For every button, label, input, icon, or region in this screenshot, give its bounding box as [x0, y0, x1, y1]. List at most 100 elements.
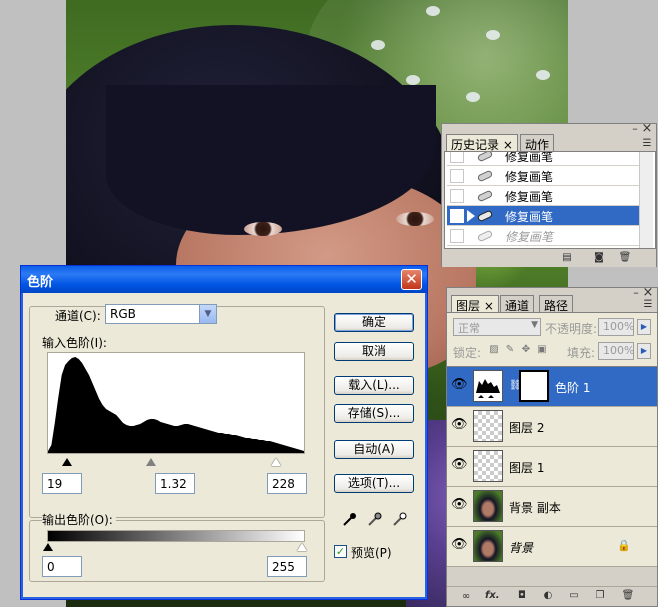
panel-menu-icon[interactable]: ☰	[641, 299, 655, 311]
options-button[interactable]: 选项(T)...	[334, 474, 414, 493]
tab-layers[interactable]: 图层 ×	[451, 295, 499, 313]
input-white-slider[interactable]	[271, 458, 281, 466]
layer-name[interactable]: 色阶 1	[555, 379, 590, 396]
channel-select[interactable]: RGB ▼	[105, 304, 217, 324]
visibility-eye-icon[interactable]: 👁	[451, 417, 468, 437]
chevron-down-icon: ▼	[199, 305, 216, 323]
umbrella-dot	[426, 6, 440, 16]
output-white-field[interactable]: 255	[267, 556, 307, 577]
load-button[interactable]: 载入(L)...	[334, 376, 414, 395]
link-icon[interactable]: ∞	[459, 591, 473, 603]
mask-icon[interactable]: ◘	[515, 590, 529, 602]
layer-thumbnail[interactable]	[473, 490, 503, 522]
visibility-eye-icon[interactable]: 👁	[451, 377, 468, 397]
tab-actions[interactable]: 动作	[520, 134, 555, 152]
trash-icon[interactable]: 🗑	[621, 590, 635, 602]
layer-thumbnail[interactable]	[473, 530, 503, 562]
lock-all-icon[interactable]: ▣	[535, 344, 549, 356]
layer-name[interactable]: 背景 副本	[509, 499, 561, 516]
snapshot-source-box[interactable]	[450, 152, 464, 163]
fill-field[interactable]: 100%	[598, 342, 634, 360]
layer-name[interactable]: 背景	[509, 539, 533, 556]
save-button[interactable]: 存储(S)...	[334, 404, 414, 423]
gray-eyedropper-icon[interactable]	[366, 510, 384, 528]
tab-history[interactable]: 历史记录 ×	[446, 134, 518, 152]
close-icon[interactable]: ×	[641, 285, 655, 300]
input-black-field[interactable]: 19	[42, 473, 82, 494]
histogram-area	[48, 357, 304, 453]
tab-paths[interactable]: 路径	[539, 295, 574, 313]
eye-shape	[244, 222, 282, 236]
output-white-slider[interactable]	[297, 543, 307, 551]
layer-thumbnail[interactable]	[473, 410, 503, 442]
lock-transparent-icon[interactable]: ▨	[487, 344, 501, 356]
output-black-slider[interactable]	[43, 543, 53, 551]
layer-row[interactable]: 👁 图层 1	[447, 447, 657, 487]
tab-label: 历史记录	[451, 138, 500, 152]
dialog-titlebar[interactable]: 色阶	[21, 266, 427, 293]
lock-move-icon[interactable]: ✥	[519, 344, 533, 356]
trash-icon[interactable]: 🗑	[618, 252, 632, 264]
input-white-field[interactable]: 228	[267, 473, 307, 494]
new-document-from-state-icon[interactable]: ▤	[560, 252, 574, 264]
layer-name[interactable]: 图层 1	[509, 459, 544, 476]
input-black-slider[interactable]	[62, 458, 72, 466]
history-item[interactable]: 修复画笔	[447, 186, 643, 206]
history-item[interactable]: 修复画笔	[447, 152, 643, 166]
new-layer-icon[interactable]: ❐	[593, 590, 607, 602]
preview-checkbox[interactable]: ✓	[334, 545, 347, 558]
history-bottom-bar: ▤ ◙ 🗑	[442, 249, 656, 267]
auto-button[interactable]: 自动(A)	[334, 440, 414, 459]
levels-adjustment-thumbnail[interactable]	[473, 370, 503, 402]
cancel-button[interactable]: 取消	[334, 342, 414, 361]
tab-close-icon[interactable]: ×	[503, 138, 513, 152]
history-item-label: 修复画笔	[505, 170, 554, 184]
output-black-field[interactable]: 0	[42, 556, 82, 577]
panel-menu-icon[interactable]: ☰	[640, 138, 654, 150]
lock-label: 锁定:	[453, 346, 482, 360]
layer-row-background[interactable]: 👁 背景 🔒	[447, 527, 657, 567]
fx-icon[interactable]: fx.	[485, 590, 500, 602]
histogram	[47, 352, 305, 454]
history-scrollbar[interactable]	[639, 152, 653, 248]
tab-close-icon[interactable]: ×	[484, 299, 494, 313]
opacity-field[interactable]: 100%	[598, 318, 634, 336]
fill-arrow-icon[interactable]: ▶	[637, 343, 651, 359]
ok-button[interactable]: 确定	[334, 313, 414, 332]
input-gamma-field[interactable]: 1.32	[155, 473, 195, 494]
snapshot-source-box[interactable]	[450, 189, 464, 203]
visibility-eye-icon[interactable]: 👁	[451, 497, 468, 517]
visibility-eye-icon[interactable]: 👁	[451, 537, 468, 557]
history-item-undone[interactable]: 修复画笔	[447, 226, 643, 246]
history-item-selected[interactable]: 修复画笔	[447, 206, 643, 226]
layer-row-levels[interactable]: 👁 ⛓ 色阶 1	[447, 367, 657, 407]
input-gamma-slider[interactable]	[146, 458, 156, 466]
tab-channels[interactable]: 通道	[500, 295, 535, 313]
blend-mode-select[interactable]: 正常 ▼	[453, 318, 541, 336]
layer-row[interactable]: 👁 图层 2	[447, 407, 657, 447]
close-icon[interactable]: ×	[640, 121, 654, 136]
umbrella-dot	[466, 92, 480, 102]
snapshot-source-box[interactable]	[450, 209, 464, 223]
healing-brush-icon	[477, 190, 493, 202]
history-item[interactable]: 修复画笔	[447, 166, 643, 186]
snapshot-source-box[interactable]	[450, 229, 464, 243]
snapshot-source-box[interactable]	[450, 169, 464, 183]
history-state-pointer-icon[interactable]	[467, 210, 475, 222]
layers-options-area: 正常 ▼ 不透明度: 100% ▶ 锁定: ▨ ✎ ✥ ▣ 填充: 100% ▶	[447, 312, 657, 366]
layer-thumbnail[interactable]	[473, 450, 503, 482]
layer-name[interactable]: 图层 2	[509, 419, 544, 436]
white-eyedropper-icon[interactable]	[391, 510, 409, 528]
opacity-arrow-icon[interactable]: ▶	[637, 319, 651, 335]
close-button[interactable]: ✕	[401, 269, 422, 290]
panel-grip[interactable]	[442, 124, 656, 132]
camera-icon[interactable]: ◙	[592, 252, 606, 264]
adjustment-icon[interactable]: ◐	[541, 590, 555, 602]
layer-row[interactable]: 👁 背景 副本	[447, 487, 657, 527]
black-eyedropper-icon[interactable]	[341, 510, 359, 528]
lock-brush-icon[interactable]: ✎	[503, 344, 517, 356]
layer-mask-thumbnail[interactable]	[519, 370, 549, 402]
visibility-eye-icon[interactable]: 👁	[451, 457, 468, 477]
healing-brush-icon	[477, 230, 493, 242]
folder-icon[interactable]: ▭	[567, 590, 581, 602]
